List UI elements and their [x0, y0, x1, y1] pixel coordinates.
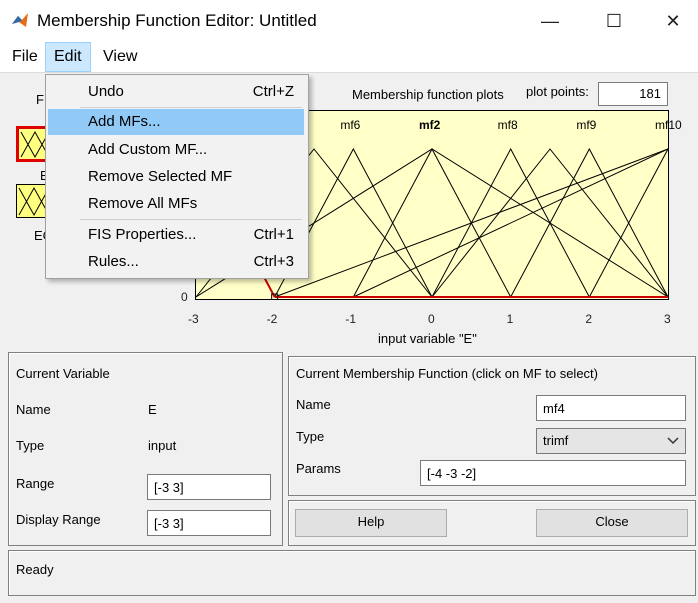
range-label: Range: [16, 476, 55, 491]
menu-view[interactable]: View: [95, 42, 145, 72]
menu-item-add-mfs[interactable]: Add MFs...: [48, 109, 304, 135]
minimize-icon: —: [541, 10, 559, 31]
mf-label[interactable]: mf6: [340, 118, 360, 132]
undo-shortcut: Ctrl+Z: [252, 83, 294, 100]
chevron-down-icon: [667, 437, 679, 445]
mf-type-value: trimf: [543, 433, 569, 448]
menu-edit[interactable]: Edit: [45, 42, 91, 72]
range-input[interactable]: [147, 474, 271, 500]
close-window-button[interactable]: ✕: [653, 6, 693, 36]
mf-label[interactable]: mf8: [498, 118, 518, 132]
x-tick-label: 1: [506, 312, 514, 326]
help-button[interactable]: Help: [295, 509, 447, 537]
close-icon: ✕: [665, 10, 681, 31]
title-bar: Membership Function Editor: Untitled — ☐…: [0, 0, 698, 43]
x-tick-label: 0: [428, 312, 435, 326]
variable-name-label: Name: [16, 402, 51, 417]
menu-item-undo[interactable]: Undo Ctrl+Z: [48, 79, 304, 105]
menu-file[interactable]: File: [4, 42, 46, 72]
maximize-button[interactable]: ☐: [594, 6, 634, 36]
variable-type-label: Type: [16, 438, 45, 453]
mf-curve[interactable]: [353, 148, 668, 298]
params-input[interactable]: [420, 460, 686, 486]
edit-menu-dropdown: Undo Ctrl+Z Add MFs... Add Custom MF... …: [45, 74, 309, 279]
matlab-logo-icon: [12, 13, 28, 27]
status-panel: [8, 550, 696, 596]
x-tick-label: -3: [188, 312, 199, 326]
menu-item-remove-all-mfs[interactable]: Remove All MFs: [48, 191, 304, 217]
plot-title: Membership function plots: [352, 87, 504, 102]
menu-item-add-custom-mf[interactable]: Add Custom MF...: [48, 137, 304, 163]
mf-label[interactable]: mf2: [419, 118, 440, 132]
mf-name-input[interactable]: [536, 395, 686, 421]
menu-separator: [80, 219, 302, 220]
variable-name-value: E: [148, 402, 157, 417]
menu-bar: File Edit View: [0, 42, 698, 73]
mf-label[interactable]: mf9: [576, 118, 596, 132]
mf-type-label: Type: [296, 429, 325, 444]
current-mf-header: Current Membership Function (click on MF…: [296, 366, 598, 381]
variable-type-value: input: [148, 438, 177, 453]
display-range-input[interactable]: [147, 510, 271, 536]
menu-item-rules[interactable]: Rules... Ctrl+3: [48, 249, 304, 275]
fis-properties-shortcut: Ctrl+1: [253, 226, 294, 243]
x-tick-label: 3: [664, 312, 671, 326]
x-tick-label: -1: [345, 312, 356, 326]
mf-name-label: Name: [296, 397, 331, 412]
menu-separator: [80, 107, 302, 108]
x-tick-label: -2: [266, 312, 278, 326]
plot-points-input[interactable]: [598, 82, 668, 106]
rules-shortcut: Ctrl+3: [253, 253, 294, 270]
menu-item-fis-properties[interactable]: FIS Properties... Ctrl+1: [48, 222, 304, 248]
x-tick-label: 2: [585, 312, 593, 326]
plot-points-label: plot points:: [526, 84, 589, 99]
menu-item-remove-selected-mf[interactable]: Remove Selected MF: [48, 164, 304, 190]
current-variable-header: Current Variable: [16, 366, 110, 381]
window-title: Membership Function Editor: Untitled: [37, 11, 317, 30]
y-tick-zero: 0: [181, 290, 188, 304]
mf-curve[interactable]: [352, 147, 512, 298]
maximize-icon: ☐: [605, 10, 623, 31]
params-label: Params: [296, 461, 341, 476]
close-button[interactable]: Close: [536, 509, 688, 537]
mf-curve[interactable]: [510, 147, 668, 298]
minimize-button[interactable]: —: [530, 6, 570, 36]
fis-variables-header: F: [36, 92, 44, 107]
status-text: Ready: [16, 562, 54, 577]
mf-label[interactable]: mf10: [655, 118, 682, 132]
x-axis-label: input variable "E": [378, 331, 477, 346]
mf-type-select[interactable]: trimf: [536, 428, 686, 454]
display-range-label: Display Range: [16, 512, 101, 527]
